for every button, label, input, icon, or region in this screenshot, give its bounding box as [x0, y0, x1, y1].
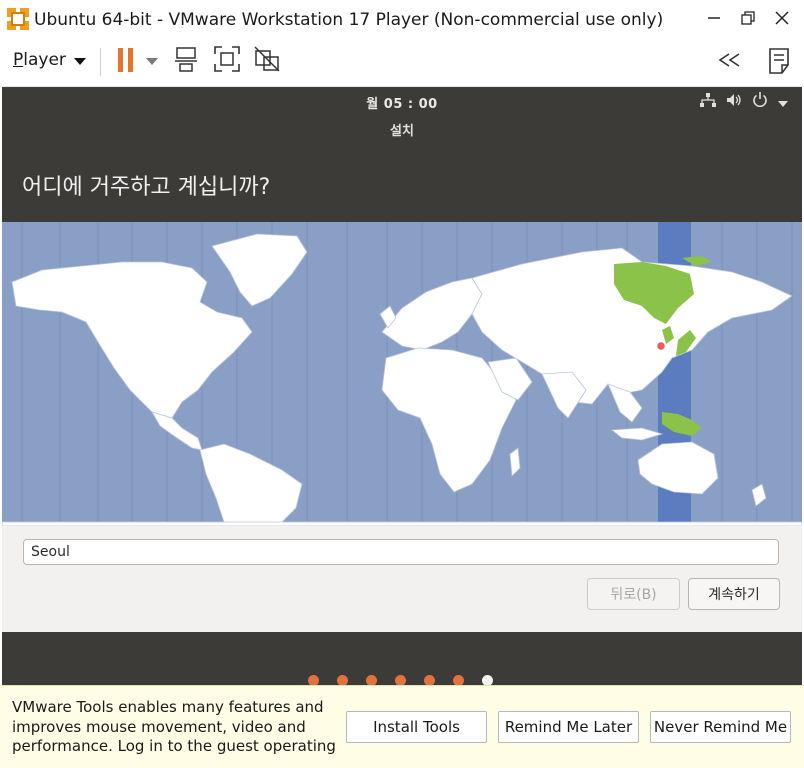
fullscreen-button[interactable] [212, 46, 242, 76]
chevron-down-icon [778, 92, 788, 111]
progress-dot [366, 675, 377, 685]
pause-icon [116, 47, 136, 77]
maximize-button[interactable] [732, 6, 764, 32]
remind-later-button[interactable]: Remind Me Later [498, 711, 639, 743]
install-tools-button[interactable]: Install Tools [346, 711, 487, 743]
back-button[interactable]: 뒤로(B) [587, 578, 680, 610]
minimize-icon [707, 10, 721, 29]
minimize-button[interactable] [698, 6, 730, 32]
installer-header: 설치 어디에 거주하고 계십니까? [2, 114, 802, 222]
send-ctrl-alt-del-button[interactable] [172, 46, 202, 76]
progress-dot-current [482, 675, 493, 685]
send-ctrl-alt-del-icon [173, 45, 201, 77]
progress-dot [337, 675, 348, 685]
vmware-logo-icon [6, 7, 30, 31]
power-dropdown-button[interactable] [145, 53, 159, 67]
dropdown-icon [74, 51, 86, 70]
close-button[interactable] [766, 6, 798, 32]
pause-button[interactable] [114, 48, 138, 76]
fullscreen-icon [213, 45, 241, 77]
progress-dot [453, 675, 464, 685]
guest-screen[interactable]: 월 05 : 00 설치 어디에 거주하고 계십니까? Seoul 뒤로(B) … [2, 87, 802, 685]
page-title: 어디에 거주하고 계십니까? [22, 175, 271, 200]
installer-progress-dots [308, 675, 493, 685]
toolbar-separator [100, 48, 101, 76]
player-menu-mnemonic: P [13, 50, 24, 70]
power-icon [752, 91, 768, 111]
system-tray[interactable] [700, 91, 788, 111]
tools-message: VMware Tools enables many features and i… [12, 698, 336, 755]
restore-icon [741, 10, 755, 29]
volume-icon [726, 92, 742, 111]
notes-icon [767, 47, 793, 79]
progress-dot [308, 675, 319, 685]
network-icon [700, 92, 716, 111]
installer-window: 설치 어디에 거주하고 계십니까? Seoul 뒤로(B) 계속하기 [2, 114, 802, 632]
never-remind-button[interactable]: Never Remind Me [650, 711, 791, 743]
unity-button[interactable] [252, 46, 282, 76]
vmware-tools-bar: VMware Tools enables many features and i… [0, 685, 804, 768]
player-menu-label: layer [23, 50, 66, 70]
collapse-icon [717, 52, 743, 72]
player-dropdown-button[interactable] [73, 53, 87, 67]
ubuntu-top-bar: 월 05 : 00 [2, 87, 802, 114]
installer-title: 설치 [390, 124, 414, 139]
player-menu-button[interactable]: Player [13, 50, 66, 70]
notes-button[interactable] [765, 48, 795, 78]
progress-dot [395, 675, 406, 685]
timezone-input[interactable]: Seoul [23, 539, 779, 565]
location-marker [655, 340, 667, 352]
collapse-toolbar-button[interactable] [715, 50, 745, 74]
window-title-bar: Ubuntu 64-bit - VMware Workstation 17 Pl… [0, 0, 804, 38]
clock[interactable]: 월 05 : 00 [2, 93, 802, 112]
dropdown-icon [146, 51, 158, 70]
world-map-graphic [2, 222, 802, 526]
close-icon [775, 10, 789, 29]
continue-button[interactable]: 계속하기 [688, 578, 780, 610]
timezone-map[interactable] [2, 222, 802, 526]
unity-icon [253, 45, 281, 77]
player-toolbar: Player [0, 38, 804, 87]
progress-dot [424, 675, 435, 685]
window-title: Ubuntu 64-bit - VMware Workstation 17 Pl… [34, 10, 664, 30]
